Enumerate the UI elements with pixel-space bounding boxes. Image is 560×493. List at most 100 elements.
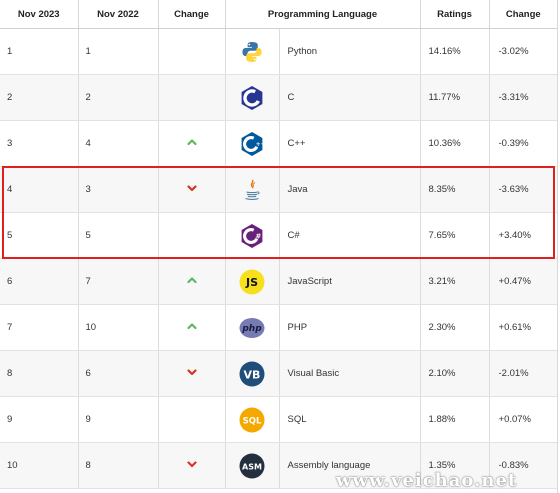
table-row[interactable]: 9 9 SQL SQL 1.88% +0.07% (0, 396, 557, 443)
table-row[interactable]: 4 3 Java 8.35% -3.63% (0, 166, 557, 213)
rating-value: 10.36% (420, 120, 490, 167)
language-name[interactable]: C# (279, 212, 421, 259)
rank-2022: 8 (78, 442, 159, 489)
arrow-up-icon (186, 139, 197, 150)
language-name[interactable]: C++ (279, 120, 421, 167)
table-row[interactable]: 8 6 VB Visual Basic 2.10% -2.01% (0, 350, 557, 397)
rank-2022: 9 (78, 396, 159, 443)
rating-value: 7.65% (420, 212, 490, 259)
java-icon (239, 179, 265, 200)
language-logo-cell: # (225, 212, 280, 259)
table-row[interactable]: 1 1 Python 14.16% -3.02% (0, 28, 557, 75)
language-name[interactable]: PHP (279, 304, 421, 351)
language-logo-cell: VB (225, 350, 280, 397)
language-logo-cell (225, 74, 280, 121)
language-name[interactable]: C (279, 74, 421, 121)
arrow-down-icon (186, 185, 197, 196)
svg-text:++: ++ (256, 141, 265, 148)
rating-value: 8.35% (420, 166, 490, 213)
rank-change-cell (158, 212, 226, 259)
rank-change-cell (158, 304, 226, 351)
rank-2023: 6 (0, 258, 79, 305)
rank-2022: 5 (78, 212, 159, 259)
language-logo-cell: ++ (225, 120, 280, 167)
assembly-icon: ASM (239, 453, 265, 478)
rating-change-value: -0.83% (489, 442, 557, 489)
rating-value: 11.77% (420, 74, 490, 121)
rating-change-value: +3.40% (489, 212, 557, 259)
table-row[interactable]: 6 7 JS JavaScript 3.21% +0.47% (0, 258, 557, 305)
header-nov-2023[interactable]: Nov 2023 (0, 0, 79, 29)
rank-change-cell (158, 350, 226, 397)
language-name[interactable]: Python (279, 28, 421, 75)
rank-2022: 10 (78, 304, 159, 351)
cpp-icon: ++ (239, 131, 265, 156)
rating-value: 2.30% (420, 304, 490, 351)
svg-text:JS: JS (245, 276, 258, 289)
rank-2023: 10 (0, 442, 79, 489)
arrow-up-icon (186, 277, 197, 288)
tiobe-index-table-container: Nov 2023 Nov 2022 Change Programming Lan… (0, 0, 558, 493)
header-nov-2022[interactable]: Nov 2022 (78, 0, 159, 29)
rank-2023: 1 (0, 28, 79, 75)
rating-change-value: -3.63% (489, 166, 557, 213)
svg-text:php: php (241, 324, 262, 334)
language-logo-cell (225, 28, 280, 75)
arrow-up-icon (186, 323, 197, 334)
rank-change-cell (158, 28, 226, 75)
rank-2022: 3 (78, 166, 159, 213)
rank-2022: 6 (78, 350, 159, 397)
rating-change-value: +0.07% (489, 396, 557, 443)
rating-change-value: +0.47% (489, 258, 557, 305)
language-name[interactable]: Java (279, 166, 421, 213)
sql-icon: SQL (239, 407, 265, 432)
header-programming-language[interactable]: Programming Language (225, 0, 421, 29)
rank-2023: 4 (0, 166, 79, 213)
rating-change-value: -2.01% (489, 350, 557, 397)
rating-change-value: +0.61% (489, 304, 557, 351)
language-name[interactable]: Visual Basic (279, 350, 421, 397)
rank-2022: 2 (78, 74, 159, 121)
table-header-row: Nov 2023 Nov 2022 Change Programming Lan… (0, 0, 557, 29)
rank-change-cell (158, 166, 226, 213)
language-logo-cell: JS (225, 258, 280, 305)
table-row[interactable]: 7 10 php PHP 2.30% +0.61% (0, 304, 557, 351)
python-icon (239, 41, 265, 62)
rank-2023: 3 (0, 120, 79, 167)
rating-value: 2.10% (420, 350, 490, 397)
arrow-down-icon (186, 461, 197, 472)
header-rating-change[interactable]: Change (489, 0, 557, 29)
language-logo-cell: php (225, 304, 280, 351)
language-name[interactable]: Assembly language (279, 442, 421, 489)
svg-text:#: # (255, 232, 261, 240)
rank-change-cell (158, 396, 226, 443)
language-logo-cell (225, 166, 280, 213)
arrow-down-icon (186, 369, 197, 380)
svg-text:ASM: ASM (242, 462, 262, 471)
rating-value: 3.21% (420, 258, 490, 305)
rating-value: 1.35% (420, 442, 490, 489)
table-row[interactable]: 3 4 ++ C++ 10.36% -0.39% (0, 120, 557, 167)
rank-change-cell (158, 442, 226, 489)
visual-basic-icon: VB (239, 361, 265, 386)
javascript-icon: JS (239, 269, 265, 294)
header-ratings[interactable]: Ratings (420, 0, 490, 29)
rank-2022: 4 (78, 120, 159, 167)
svg-text:VB: VB (244, 368, 261, 381)
table-body: 1 1 Python 14.16% -3.02% 2 2 C 11.77% -3.31% 3 4 ++ C… (0, 28, 557, 489)
rank-2022: 1 (78, 28, 159, 75)
rank-2023: 5 (0, 212, 79, 259)
rank-change-cell (158, 258, 226, 305)
rating-change-value: -3.31% (489, 74, 557, 121)
table-row[interactable]: 5 5 # C# 7.65% +3.40% (0, 212, 557, 259)
language-logo-cell: SQL (225, 396, 280, 443)
rating-value: 1.88% (420, 396, 490, 443)
header-rank-change[interactable]: Change (158, 0, 226, 29)
rank-2023: 2 (0, 74, 79, 121)
rating-change-value: -0.39% (489, 120, 557, 167)
language-name[interactable]: SQL (279, 396, 421, 443)
language-name[interactable]: JavaScript (279, 258, 421, 305)
rank-2022: 7 (78, 258, 159, 305)
table-row[interactable]: 10 8 ASM Assembly language 1.35% -0.83% (0, 442, 557, 489)
table-row[interactable]: 2 2 C 11.77% -3.31% (0, 74, 557, 121)
